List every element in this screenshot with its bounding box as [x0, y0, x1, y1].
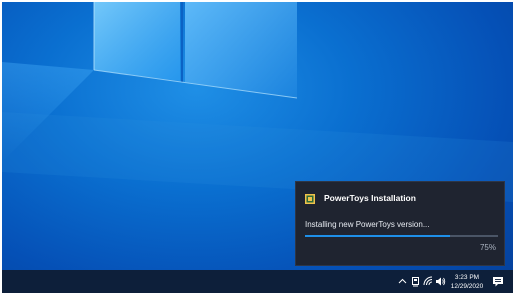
progress-percent: 75%: [479, 243, 496, 252]
wifi-icon[interactable]: [423, 276, 434, 287]
notification-message: Installing new PowerToys version...: [305, 220, 430, 229]
notification-title: PowerToys Installation: [324, 193, 416, 203]
speaker-icon[interactable]: [435, 276, 446, 287]
clock[interactable]: 3:23 PM 12/29/2020: [446, 273, 488, 291]
powertoys-icon: [305, 194, 315, 204]
chevron-up-icon[interactable]: [397, 276, 408, 287]
clock-date: 12/29/2020: [450, 283, 484, 290]
desktop: PowerToys Installation Installing new Po…: [2, 2, 513, 293]
progress-bar-fill: [305, 235, 450, 237]
notification-icon[interactable]: [489, 270, 507, 293]
progress-bar: [305, 235, 498, 237]
clock-time: 3:23 PM: [454, 274, 480, 281]
taskbar: 3:23 PM 12/29/2020: [2, 270, 513, 293]
network-pc-icon[interactable]: [410, 276, 421, 287]
installation-notification[interactable]: PowerToys Installation Installing new Po…: [295, 181, 505, 266]
